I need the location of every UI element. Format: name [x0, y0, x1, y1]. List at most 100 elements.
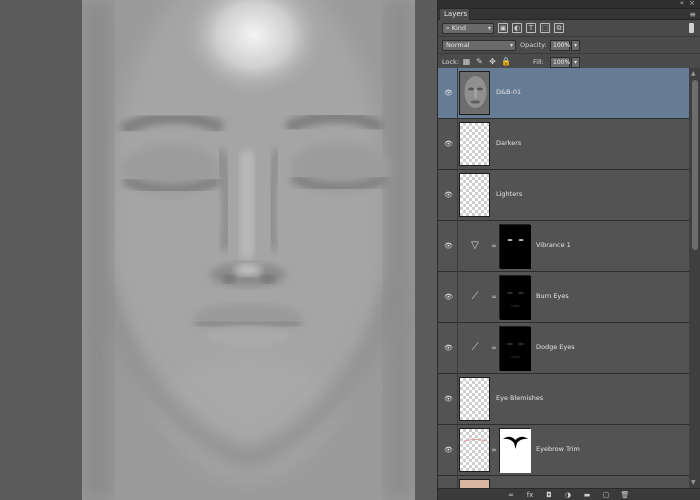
tab-layers[interactable]: Layers [440, 9, 470, 20]
layer-mask-thumbnail[interactable] [499, 275, 531, 320]
opacity-label: Opacity: [520, 41, 547, 49]
face-artwork [82, 0, 415, 500]
search-icon: ⌕ [446, 24, 450, 32]
layer-name: Lighters [496, 190, 523, 198]
layer-thumbnail[interactable] [459, 479, 490, 488]
scroll-up-icon[interactable]: ▲ [691, 70, 696, 77]
layer-name: Dodge Eyes [536, 343, 575, 351]
layers-panel: « × Layers ≡ ⌕ Kind ▾ ▣ ◐ T ⬚ ⧉ Normal ▾ Opa… [437, 0, 700, 500]
link-icon[interactable]: ∞ [491, 241, 497, 251]
smart-object-filter-icon[interactable]: ⧉ [554, 23, 564, 33]
panel-title-bar: « × [438, 0, 700, 9]
visibility-column[interactable]: 👁 [438, 119, 458, 170]
layer-thumbnail[interactable] [459, 173, 490, 217]
lock-all-icon[interactable]: 🔒 [501, 57, 511, 67]
layer-name: Darkers [496, 139, 522, 147]
new-group-icon[interactable]: ▬ [582, 490, 592, 500]
lock-label: Lock: [442, 58, 460, 66]
visibility-column[interactable] [438, 476, 458, 488]
layer-row[interactable]: 👁 ∞ Eyebrow Trim [438, 425, 689, 476]
blend-row: Normal ▾ Opacity: 100% ▾ [438, 37, 700, 54]
collapse-panel-icon[interactable]: « [680, 0, 684, 7]
layers-scrollbar[interactable]: ▲ ▼ [689, 68, 700, 488]
adjustment-layer-icon: ⟋ [471, 291, 479, 302]
layer-thumbnail[interactable] [459, 122, 490, 166]
lock-icons: ▦ ✎ ✥ 🔒 [462, 57, 511, 67]
visibility-column[interactable]: 👁 [438, 221, 458, 272]
eye-icon[interactable]: 👁 [444, 89, 453, 97]
adjustment-filter-icon[interactable]: ◐ [512, 23, 522, 33]
workspace[interactable] [0, 0, 437, 500]
filter-icons: ▣ ◐ T ⬚ ⧉ [498, 23, 564, 33]
eye-icon[interactable]: 👁 [444, 140, 453, 148]
blend-mode-select[interactable]: Normal ▾ [442, 40, 516, 51]
scroll-down-icon[interactable]: ▼ [691, 479, 696, 486]
layer-thumbnail[interactable] [459, 377, 490, 421]
chevron-down-icon: ▾ [509, 42, 513, 49]
layers-list[interactable]: 👁 D&B-01 👁 Darkers 👁 Lighters 👁 ▽ ∞ Vibrance 1 👁 ⟋ ∞… [438, 68, 689, 488]
scrollbar-thumb[interactable] [692, 80, 698, 250]
kind-filter-label: Kind [451, 24, 467, 32]
fill-label: Fill: [533, 58, 544, 66]
eye-icon[interactable]: 👁 [444, 191, 453, 199]
new-adjustment-icon[interactable]: ◑ [563, 490, 573, 500]
delete-layer-icon[interactable]: 🗑 [620, 490, 630, 500]
layer-thumbnail[interactable] [459, 428, 490, 472]
lock-image-icon[interactable]: ✎ [475, 57, 484, 67]
eye-icon[interactable]: 👁 [444, 242, 453, 250]
visibility-column[interactable]: 👁 [438, 323, 458, 374]
layer-row[interactable]: 👁 ▽ ∞ Vibrance 1 [438, 221, 689, 272]
opacity-field[interactable]: 100% [550, 40, 570, 51]
visibility-column[interactable]: 👁 [438, 272, 458, 323]
opacity-dropdown-icon[interactable]: ▾ [571, 40, 580, 51]
fill-dropdown-icon[interactable]: ▾ [571, 57, 580, 68]
layer-name: Eyebrow Trim [536, 445, 580, 453]
link-layers-icon[interactable]: ∞ [506, 490, 516, 500]
link-icon[interactable]: ∞ [491, 343, 497, 353]
shape-filter-icon[interactable]: ⬚ [540, 23, 550, 33]
visibility-column[interactable]: 👁 [438, 374, 458, 425]
layer-name: D&B-01 [496, 88, 522, 96]
layer-row[interactable]: 👁 ⟋ ∞ Burn Eyes [438, 272, 689, 323]
layer-row[interactable]: 👁 Darkers [438, 119, 689, 170]
kind-filter-select[interactable]: ⌕ Kind ▾ [442, 23, 494, 34]
layer-row[interactable]: 👁 ⟋ ∞ Dodge Eyes [438, 323, 689, 374]
fx-icon[interactable]: fx [525, 490, 535, 500]
close-panel-icon[interactable]: × [689, 0, 695, 7]
layer-row[interactable] [438, 476, 689, 488]
layer-thumbnail[interactable] [459, 71, 490, 115]
eye-icon[interactable]: 👁 [444, 446, 453, 454]
filter-toggle-switch[interactable] [689, 23, 694, 33]
eye-icon[interactable]: 👁 [444, 344, 453, 352]
panel-menu-icon[interactable]: ≡ [689, 10, 696, 19]
layer-row[interactable]: 👁 Lighters [438, 170, 689, 221]
link-icon[interactable]: ∞ [491, 445, 497, 455]
link-icon[interactable]: ∞ [491, 292, 497, 302]
eye-icon[interactable]: 👁 [444, 395, 453, 403]
layer-mask-thumbnail[interactable] [499, 326, 531, 371]
blend-mode-value: Normal [446, 41, 470, 49]
chevron-down-icon: ▾ [487, 25, 491, 32]
adjustment-layer-icon: ⟋ [471, 342, 479, 353]
type-filter-icon[interactable]: T [526, 23, 536, 33]
pixel-filter-icon[interactable]: ▣ [498, 23, 508, 33]
lock-transparent-icon[interactable]: ▦ [462, 57, 471, 67]
panel-tab-bar: Layers ≡ [438, 9, 700, 20]
fill-field[interactable]: 100% [550, 57, 570, 68]
layers-footer: ∞ fx ◘ ◑ ▬ ▢ 🗑 [438, 488, 700, 500]
new-layer-icon[interactable]: ▢ [601, 490, 611, 500]
adjustment-layer-icon: ▽ [471, 240, 479, 251]
document-canvas[interactable] [82, 0, 415, 500]
eye-icon[interactable]: 👁 [444, 293, 453, 301]
layer-mask-thumbnail[interactable] [499, 224, 531, 269]
layer-row[interactable]: 👁 D&B-01 [438, 68, 689, 119]
layer-row[interactable]: 👁 Eye Blemishes [438, 374, 689, 425]
visibility-column[interactable]: 👁 [438, 170, 458, 221]
add-mask-icon[interactable]: ◘ [544, 490, 554, 500]
footer-icons: ∞ fx ◘ ◑ ▬ ▢ 🗑 [506, 490, 630, 500]
layer-mask-thumbnail[interactable] [499, 428, 531, 473]
visibility-column[interactable]: 👁 [438, 425, 458, 476]
visibility-column[interactable]: 👁 [438, 68, 458, 119]
filter-row: ⌕ Kind ▾ ▣ ◐ T ⬚ ⧉ [438, 20, 700, 37]
lock-position-icon[interactable]: ✥ [488, 57, 497, 67]
